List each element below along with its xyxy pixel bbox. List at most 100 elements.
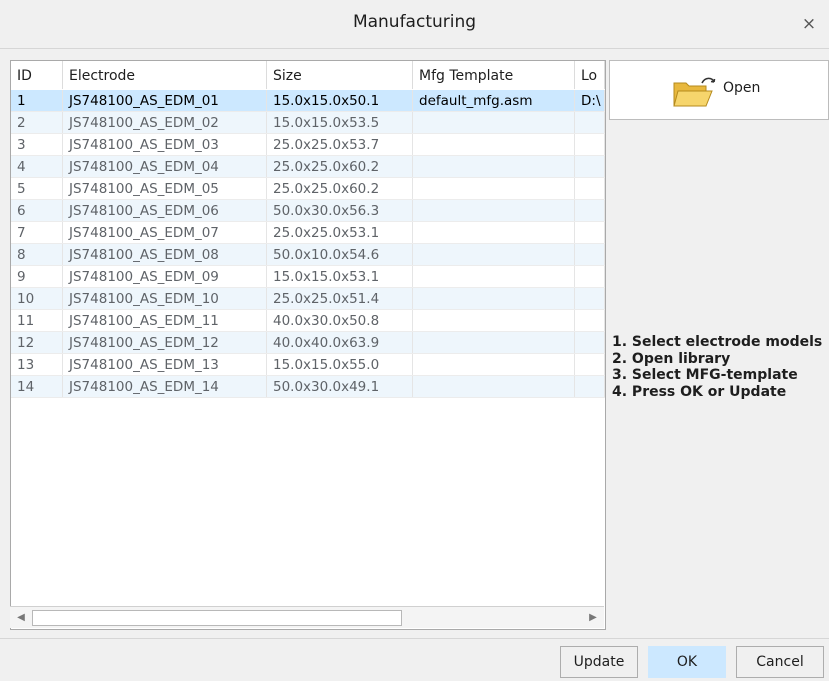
cell-mfg-template [413,178,575,199]
cell-id: 4 [11,156,63,177]
footer-divider [0,638,829,639]
cell-id: 12 [11,332,63,353]
column-header-location[interactable]: Lo [575,61,605,89]
column-header-size[interactable]: Size [267,61,413,89]
cell-electrode: JS748100_AS_EDM_02 [63,112,267,133]
cell-mfg-template [413,134,575,155]
cell-location [575,244,605,265]
instruction-step: 2. Open library [612,350,731,367]
table-row[interactable]: 12 JS748100_AS_EDM_12 40.0x40.0x63.9 [11,332,605,354]
scrollbar-thumb[interactable] [32,610,402,626]
table-row[interactable]: 4 JS748100_AS_EDM_04 25.0x25.0x60.2 [11,156,605,178]
cell-mfg-template: default_mfg.asm [413,90,575,111]
cell-electrode: JS748100_AS_EDM_12 [63,332,267,353]
table-row[interactable]: 14 JS748100_AS_EDM_14 50.0x30.0x49.1 [11,376,605,398]
cell-location [575,178,605,199]
table-row[interactable]: 13 JS748100_AS_EDM_13 15.0x15.0x55.0 [11,354,605,376]
cell-mfg-template [413,156,575,177]
ok-button[interactable]: OK [648,646,726,678]
cell-id: 3 [11,134,63,155]
cell-location [575,288,605,309]
table-row[interactable]: 5 JS748100_AS_EDM_05 25.0x25.0x60.2 [11,178,605,200]
cell-electrode: JS748100_AS_EDM_09 [63,266,267,287]
cell-mfg-template [413,200,575,221]
cell-id: 5 [11,178,63,199]
cell-size: 15.0x15.0x55.0 [267,354,413,375]
column-header-electrode[interactable]: Electrode [63,61,267,89]
column-header-mfg-template[interactable]: Mfg Template [413,61,575,89]
instruction-step: 4. Press OK or Update [612,383,787,400]
table-row[interactable]: 7 JS748100_AS_EDM_07 25.0x25.0x53.1 [11,222,605,244]
cell-location [575,222,605,243]
cell-electrode: JS748100_AS_EDM_05 [63,178,267,199]
cell-mfg-template [413,288,575,309]
cell-location [575,200,605,221]
cell-location [575,354,605,375]
table-row[interactable]: 2 JS748100_AS_EDM_02 15.0x15.0x53.5 [11,112,605,134]
cell-id: 8 [11,244,63,265]
cell-electrode: JS748100_AS_EDM_11 [63,310,267,331]
table-row[interactable]: 9 JS748100_AS_EDM_09 15.0x15.0x53.1 [11,266,605,288]
cell-size: 25.0x25.0x60.2 [267,156,413,177]
cell-mfg-template [413,376,575,397]
cell-id: 6 [11,200,63,221]
cell-size: 25.0x25.0x51.4 [267,288,413,309]
cell-id: 9 [11,266,63,287]
cell-location [575,332,605,353]
cell-id: 2 [11,112,63,133]
table-row[interactable]: 8 JS748100_AS_EDM_08 50.0x10.0x54.6 [11,244,605,266]
close-icon[interactable]: × [799,14,819,34]
cell-size: 25.0x25.0x53.1 [267,222,413,243]
cell-location [575,156,605,177]
cell-electrode: JS748100_AS_EDM_03 [63,134,267,155]
cell-location [575,266,605,287]
cell-electrode: JS748100_AS_EDM_14 [63,376,267,397]
cell-mfg-template [413,354,575,375]
table-row[interactable]: 1 JS748100_AS_EDM_01 15.0x15.0x50.1 default… [11,90,605,112]
cell-size: 50.0x30.0x56.3 [267,200,413,221]
open-library-button[interactable]: Open [609,60,829,120]
cell-location [575,376,605,397]
table-row[interactable]: 3 JS748100_AS_EDM_03 25.0x25.0x53.7 [11,134,605,156]
scroll-left-icon[interactable]: ◀ [13,610,29,626]
cell-size: 15.0x15.0x50.1 [267,90,413,111]
cell-id: 14 [11,376,63,397]
cell-location [575,310,605,331]
cell-electrode: JS748100_AS_EDM_10 [63,288,267,309]
electrode-table[interactable]: ID Electrode Size Mfg Template Lo 1 JS748… [10,60,606,630]
cell-id: 1 [11,90,63,111]
cell-size: 40.0x40.0x63.9 [267,332,413,353]
window-title: Manufacturing [352,12,477,32]
table-row[interactable]: 10 JS748100_AS_EDM_10 25.0x25.0x51.4 [11,288,605,310]
instruction-step: 3. Select MFG-template [612,367,798,383]
cell-electrode: JS748100_AS_EDM_07 [63,222,267,243]
cell-mfg-template [413,332,575,353]
scroll-right-icon[interactable]: ▶ [585,610,601,626]
cell-id: 10 [11,288,63,309]
cell-electrode: JS748100_AS_EDM_08 [63,244,267,265]
table-row[interactable]: 11 JS748100_AS_EDM_11 40.0x30.0x50.8 [11,310,605,332]
horizontal-scrollbar[interactable]: ◀ ▶ [10,606,604,628]
cell-location [575,112,605,133]
update-button[interactable]: Update [560,646,638,678]
cell-mfg-template [413,112,575,133]
cell-mfg-template [413,244,575,265]
open-button-label: Open [723,80,761,96]
cell-id: 7 [11,222,63,243]
cell-electrode: JS748100_AS_EDM_04 [63,156,267,177]
instruction-step: 1. Select electrode models [612,334,823,350]
cell-electrode: JS748100_AS_EDM_06 [63,200,267,221]
cell-mfg-template [413,266,575,287]
cell-location: D:\ [575,90,605,111]
column-header-id[interactable]: ID [11,61,63,89]
cell-location [575,134,605,155]
cell-size: 25.0x25.0x53.7 [267,134,413,155]
cell-size: 15.0x15.0x53.1 [267,266,413,287]
cell-id: 13 [11,354,63,375]
cell-size: 40.0x30.0x50.8 [267,310,413,331]
cell-electrode: JS748100_AS_EDM_13 [63,354,267,375]
table-row[interactable]: 6 JS748100_AS_EDM_06 50.0x30.0x56.3 [11,200,605,222]
cancel-button[interactable]: Cancel [736,646,824,678]
title-bar: Manufacturing × [0,0,829,49]
cell-mfg-template [413,222,575,243]
